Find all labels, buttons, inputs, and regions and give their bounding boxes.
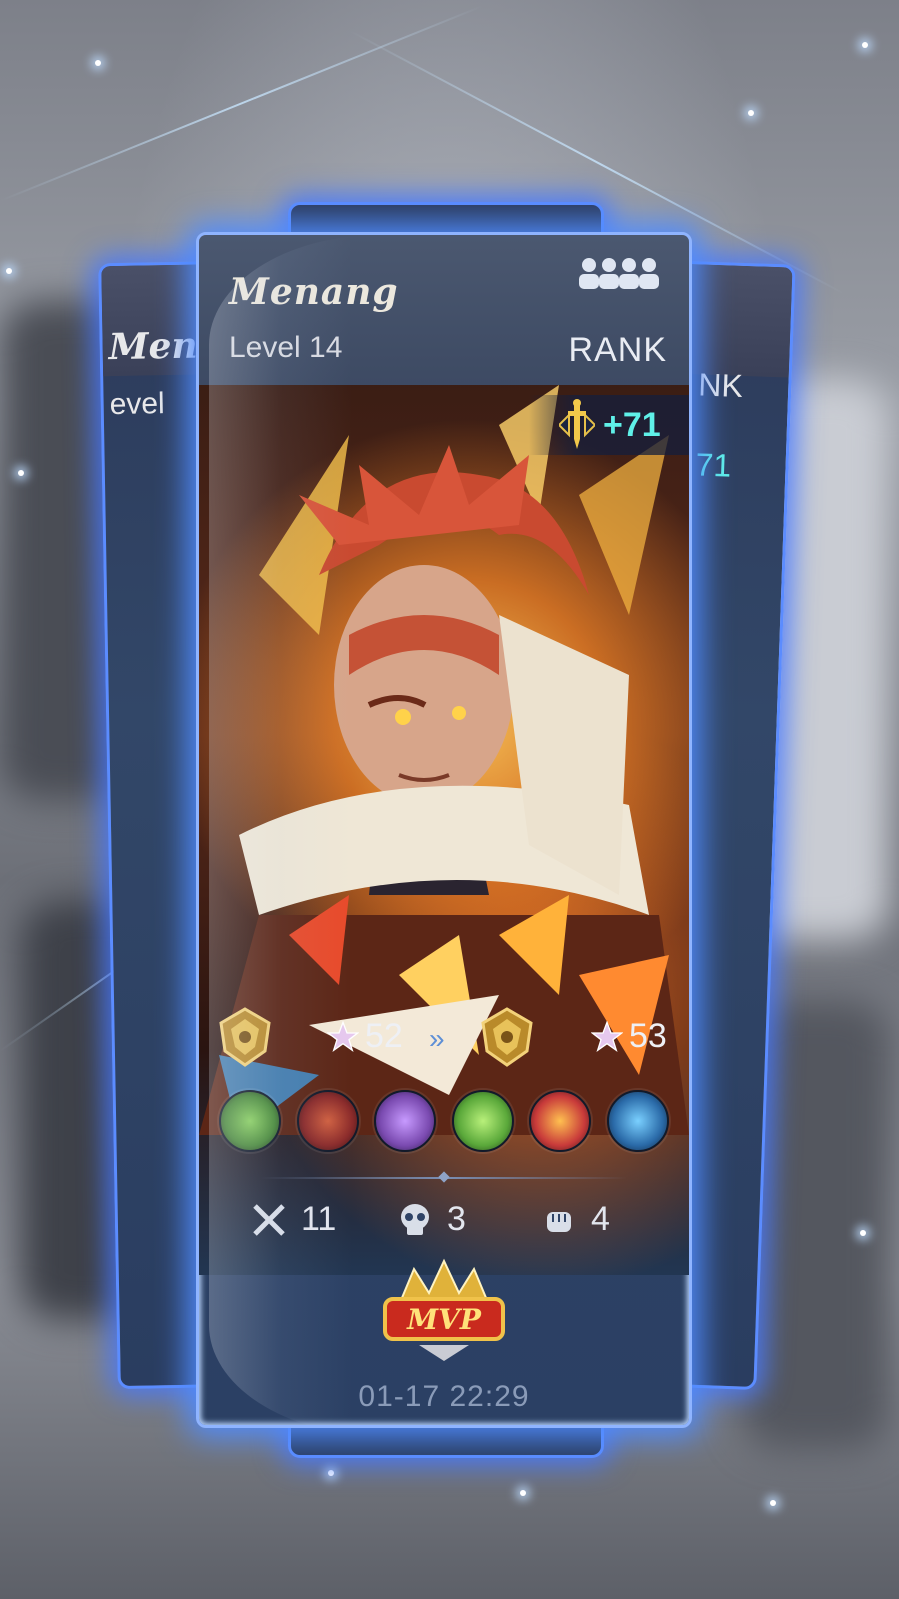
rank-after-stars: 53 (629, 1017, 667, 1055)
sparkle (862, 42, 868, 48)
chevron-right-icon: » (429, 1023, 444, 1054)
sparkle (328, 1470, 334, 1476)
sparkle (860, 1230, 866, 1236)
rank-progress: 52 » 53 (199, 1005, 689, 1075)
rank-points-box: +71 (529, 395, 689, 455)
sparkle (18, 470, 24, 476)
mvp-badge: MVP (379, 1255, 509, 1365)
potion-item-icon[interactable] (451, 1090, 514, 1152)
back-card-points: 71 (694, 446, 732, 484)
deaths-count: 3 (447, 1200, 466, 1238)
rank-before-stars: 52 (365, 1017, 403, 1055)
sparkle (748, 110, 754, 116)
crossed-swords-icon (253, 1203, 285, 1236)
sparkle (6, 268, 12, 274)
sparkle (95, 60, 101, 66)
rank-points: +71 (603, 405, 661, 444)
rank-before: 52 (327, 1017, 403, 1056)
match-mode: RANK (568, 331, 667, 369)
sword-icon (559, 399, 595, 449)
axe-item-icon[interactable] (296, 1090, 359, 1152)
card-header: Menang Level 14 RANK (199, 235, 689, 385)
assists-count: 4 (591, 1200, 610, 1238)
skull-icon (401, 1203, 429, 1235)
sparkle (520, 1490, 526, 1496)
boots-item-icon[interactable] (219, 1090, 281, 1152)
star-icon (591, 1020, 623, 1052)
sparkle (770, 1500, 776, 1506)
gauntlet-item-icon[interactable] (374, 1090, 437, 1152)
divider (261, 1171, 627, 1183)
kills-count: 11 (301, 1200, 337, 1238)
star-icon (327, 1020, 359, 1052)
armor-item-icon[interactable] (529, 1090, 592, 1152)
blade-item-icon[interactable] (606, 1090, 669, 1152)
match-timestamp: 01-17 22:29 (358, 1380, 530, 1413)
mvp-label: MVP (406, 1303, 482, 1336)
mvp-crown-icon: MVP (383, 1258, 505, 1361)
assists-stat: 4 (541, 1200, 610, 1239)
player-name: Menang (229, 271, 399, 313)
mythic-rank-badge-icon (481, 1007, 533, 1067)
player-level: Level 14 (229, 331, 343, 364)
kills-stat: 11 (251, 1200, 336, 1239)
match-result-card[interactable]: Menang Level 14 RANK +71 52 » 53 11 3 4 … (196, 232, 692, 1428)
team-icon (573, 253, 665, 298)
deaths-stat: 3 (397, 1200, 466, 1239)
back-card-mode: NK (697, 366, 744, 404)
mythic-rank-badge-icon (219, 1007, 271, 1067)
kda-stats: 11 3 4 (199, 1200, 689, 1250)
item-build (219, 1090, 669, 1152)
back-card-level: evel (109, 387, 165, 422)
rank-after: 53 (591, 1017, 667, 1056)
fist-icon (547, 1211, 571, 1232)
